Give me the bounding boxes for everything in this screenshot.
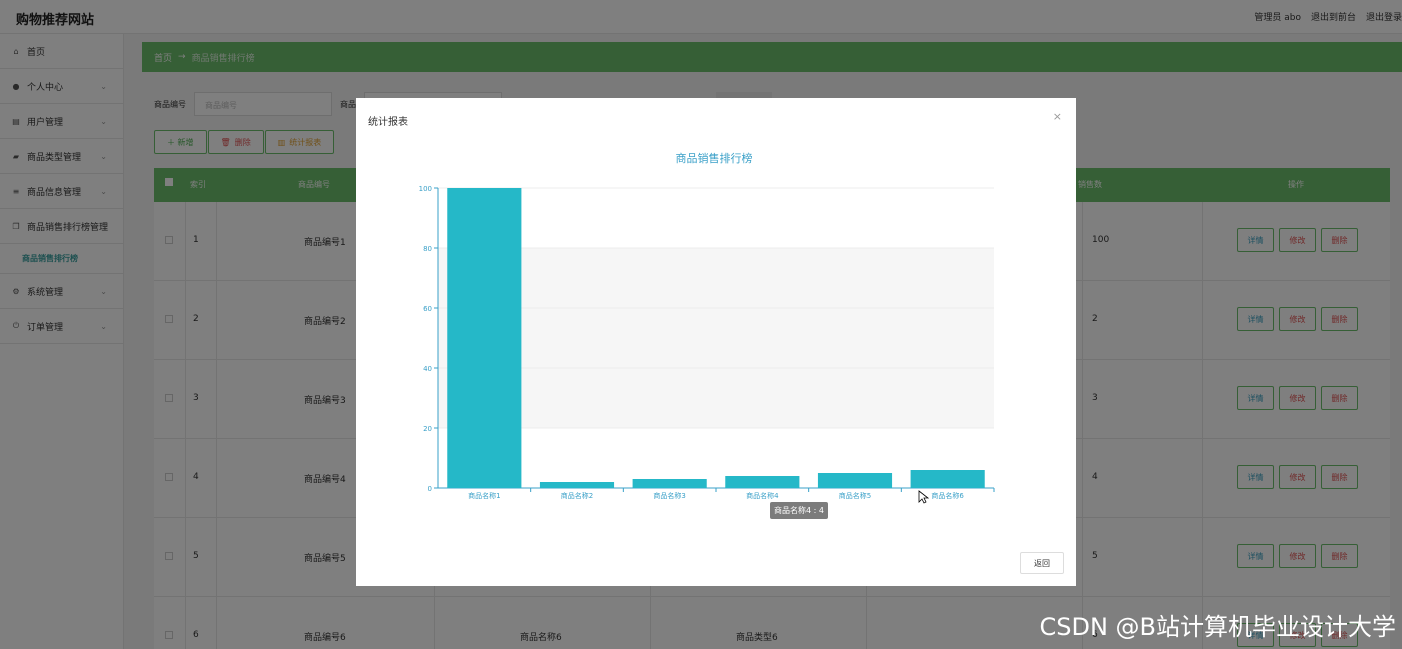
- y-tick-label: 20: [423, 425, 432, 433]
- chart-bar: [910, 470, 985, 488]
- watermark: CSDN @B站计算机毕业设计大学: [1039, 613, 1396, 641]
- x-tick-label: 商品名称5: [839, 491, 871, 500]
- x-tick-label: 商品名称1: [468, 491, 500, 500]
- close-icon[interactable]: ×: [1053, 110, 1062, 123]
- y-tick-label: 0: [428, 485, 432, 493]
- sales-ranking-chart: 商品销售排行榜 0 20 40 60 80 100 商品名称1 商品名称2 商品名称3 商品名称4 商…: [419, 151, 995, 500]
- y-tick-label: 80: [423, 245, 432, 253]
- chart-bar: [817, 473, 893, 488]
- x-tick-label: 商品名称4: [746, 491, 779, 500]
- y-tick-label: 100: [419, 185, 432, 193]
- modal-title: 统计报表: [368, 117, 408, 128]
- chart-bar: [539, 482, 615, 488]
- chart-bar: [447, 188, 522, 488]
- chart-title: 商品销售排行榜: [676, 151, 753, 165]
- grid-band: [438, 308, 994, 368]
- grid-band: [438, 248, 994, 308]
- grid-band: [438, 368, 994, 428]
- grid-band: [438, 188, 994, 248]
- y-tick-label: 60: [423, 305, 432, 313]
- chart-tooltip: 商品名称4 : 4: [770, 502, 828, 519]
- x-tick-label: 商品名称6: [931, 491, 964, 500]
- stats-report-modal: 统计报表 × 商品销售排行榜 0 20 40 60 80 100 商品名称1 商品名称2 商品名称…: [356, 98, 1076, 586]
- chart-bar: [632, 479, 707, 488]
- x-tick-label: 商品名称3: [653, 491, 685, 500]
- y-tick-label: 40: [423, 365, 432, 373]
- chart-bar: [725, 476, 800, 488]
- x-tick-label: 商品名称2: [561, 491, 593, 500]
- back-button[interactable]: 返回: [1020, 552, 1064, 574]
- mouse-cursor-icon: [918, 490, 930, 504]
